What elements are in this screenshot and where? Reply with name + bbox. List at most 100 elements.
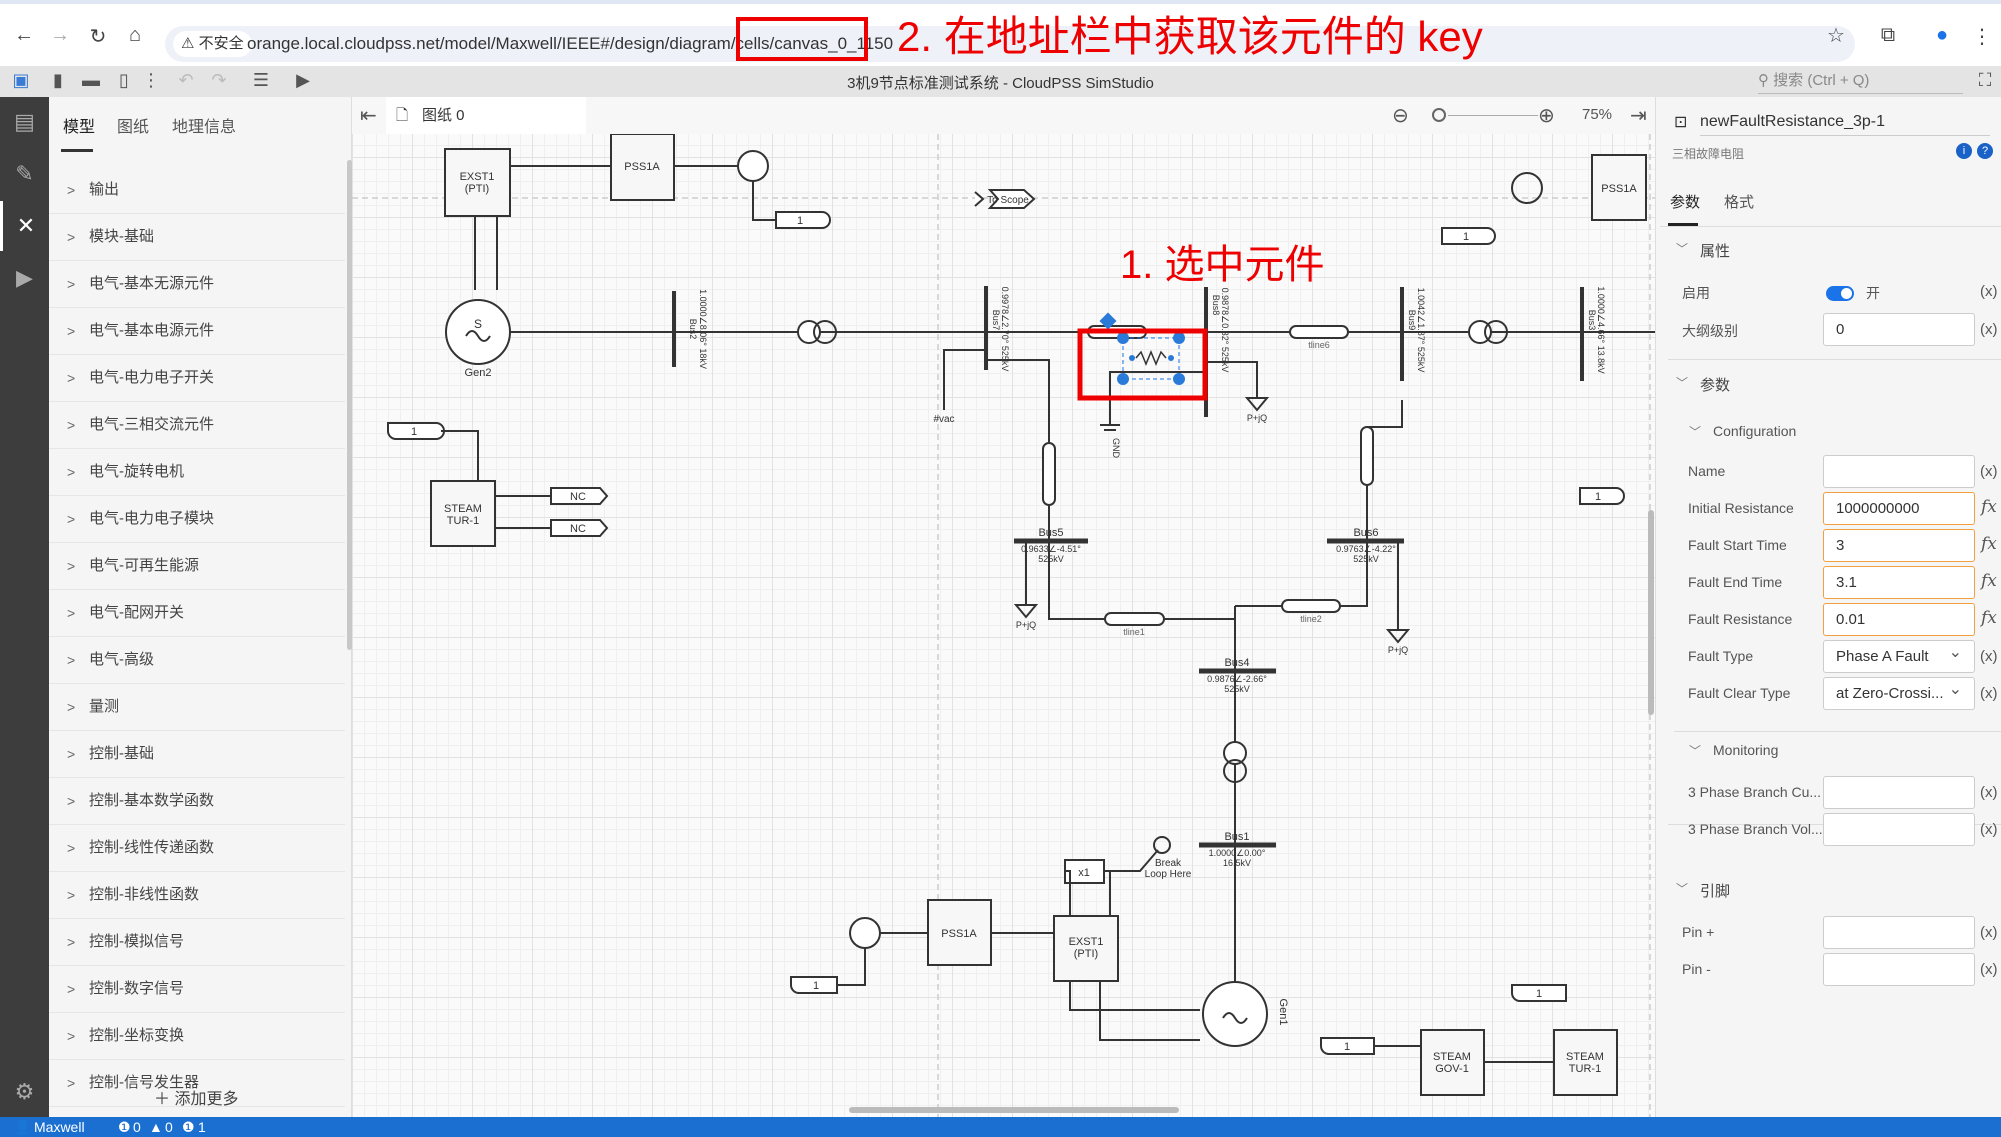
- run-icon[interactable]: ▶: [290, 70, 316, 91]
- param-input[interactable]: [1823, 813, 1975, 846]
- add-more-button[interactable]: ＋ 添加更多: [154, 1085, 238, 1109]
- param-input[interactable]: [1823, 916, 1975, 949]
- section-params[interactable]: ﹀ 参数: [1676, 374, 2001, 395]
- param-select[interactable]: Phase A Fault: [1823, 637, 1975, 673]
- error-icon[interactable]: ❶: [118, 1117, 131, 1137]
- more-icon[interactable]: ⋮: [138, 70, 164, 91]
- circuit-diagram[interactable]: Gen2 S Gen1 Bus2 1.0000∠8.06° 18kV Bus7 …: [352, 134, 1655, 1117]
- undo-icon[interactable]: ↶: [173, 70, 199, 91]
- param-input[interactable]: 3: [1823, 529, 1975, 562]
- library-category[interactable]: > 电气-电力电子开关: [49, 355, 345, 402]
- help-icon[interactable]: ?: [1977, 143, 1993, 159]
- info-icon[interactable]: i: [1956, 143, 1972, 159]
- library-category[interactable]: > 电气-旋转电机: [49, 449, 345, 496]
- library-category[interactable]: > 模块-基础: [49, 214, 345, 261]
- zoom-out-icon[interactable]: ⊖: [1392, 103, 1409, 128]
- variable-button[interactable]: (x): [1980, 961, 1998, 978]
- design-tools-icon[interactable]: ✕: [0, 201, 49, 251]
- star-icon[interactable]: ☆: [1822, 23, 1850, 48]
- library-category[interactable]: > 电气-基本电源元件: [49, 308, 345, 355]
- param-input[interactable]: [1823, 455, 1975, 488]
- zoom-slider-track[interactable]: [1448, 115, 1538, 116]
- param-input[interactable]: [1823, 776, 1975, 809]
- section-configuration[interactable]: ﹀ Configuration: [1689, 423, 2001, 439]
- variable-button[interactable]: (x): [1980, 821, 1998, 838]
- tab-model[interactable]: 模型: [63, 113, 95, 137]
- collapse-left-icon[interactable]: ⇤: [360, 103, 377, 128]
- formula-icon[interactable]: 𝑓x: [1981, 534, 1997, 554]
- simulation-icon[interactable]: ▶: [0, 253, 49, 303]
- library-category[interactable]: > 电气-可再生能源: [49, 543, 345, 590]
- component-name-input[interactable]: newFaultResistance_3p-1: [1700, 113, 1990, 136]
- settings-icon[interactable]: ⚙: [0, 1067, 49, 1117]
- outline-input[interactable]: 0: [1823, 313, 1975, 346]
- plugin-icon[interactable]: ✎: [0, 149, 49, 199]
- canvas-vertical-scrollbar[interactable]: [1648, 510, 1654, 715]
- section-pins[interactable]: ﹀ 引脚: [1676, 880, 2001, 901]
- library-category[interactable]: > 输出: [49, 167, 345, 214]
- formula-icon[interactable]: 𝑓x: [1981, 497, 1997, 517]
- section-properties[interactable]: ﹀ 属性: [1676, 240, 2001, 261]
- library-category[interactable]: > 电气-基本无源元件: [49, 261, 345, 308]
- user-name[interactable]: Maxwell: [34, 1117, 85, 1137]
- edit-doc-icon[interactable]: ☰: [248, 70, 274, 91]
- variable-button[interactable]: (x): [1980, 463, 1998, 480]
- zoom-in-icon[interactable]: ⊕: [1538, 103, 1555, 128]
- new-file-icon[interactable]: ▮: [45, 70, 71, 91]
- library-category[interactable]: > 电气-电力电子模块: [49, 496, 345, 543]
- forward-icon[interactable]: →: [46, 24, 74, 47]
- library-category[interactable]: > 控制-数字信号: [49, 966, 345, 1013]
- extension-icon[interactable]: ⧉: [1874, 24, 1902, 47]
- enable-var-button[interactable]: (x): [1980, 283, 1998, 300]
- home-icon[interactable]: ⌂: [121, 24, 149, 47]
- param-input[interactable]: 0.01: [1823, 603, 1975, 636]
- formula-icon[interactable]: 𝑓x: [1981, 571, 1997, 591]
- param-select[interactable]: at Zero-Crossi...: [1823, 674, 1975, 710]
- variable-button[interactable]: (x): [1980, 685, 1998, 702]
- menu-icon[interactable]: ⋮: [1968, 24, 1996, 49]
- tab-geo-info[interactable]: 地理信息: [172, 113, 236, 137]
- collapse-right-icon[interactable]: ⇥: [1630, 103, 1647, 128]
- param-input[interactable]: 3.1: [1823, 566, 1975, 599]
- profile-icon[interactable]: ●: [1928, 24, 1956, 47]
- info-status-icon[interactable]: ❶: [182, 1117, 195, 1137]
- param-input[interactable]: 1000000000: [1823, 492, 1975, 525]
- variable-button[interactable]: (x): [1980, 924, 1998, 941]
- diagram-canvas[interactable]: ⇤ 🗋 图纸 0 ⊖ ⊕ 75% ⇥ Gen2 S Gen1 Bus2 1.00…: [352, 97, 1655, 1117]
- reload-icon[interactable]: ↻: [84, 24, 112, 49]
- variable-button[interactable]: (x): [1980, 648, 1998, 665]
- formula-icon[interactable]: 𝑓x: [1981, 608, 1997, 628]
- library-category[interactable]: > 控制-基础: [49, 731, 345, 778]
- search-input[interactable]: ⚲ 搜索 (Ctrl + Q): [1758, 69, 1963, 94]
- app-logo-icon[interactable]: ▣: [8, 70, 34, 91]
- library-category[interactable]: > 电气-高级: [49, 637, 345, 684]
- tab-format[interactable]: 格式: [1724, 191, 1754, 212]
- library-category[interactable]: > 控制-基本数学函数: [49, 778, 345, 825]
- library-category[interactable]: > 控制-线性传递函数: [49, 825, 345, 872]
- fullscreen-icon[interactable]: ⛶: [1972, 70, 1998, 91]
- sheet-tab[interactable]: 🗋 图纸 0: [386, 97, 586, 134]
- param-input[interactable]: [1823, 953, 1975, 986]
- redo-icon[interactable]: ↷: [206, 70, 232, 91]
- insecure-badge[interactable]: ⚠ 不安全: [173, 31, 252, 57]
- tab-sheets[interactable]: 图纸: [117, 113, 149, 137]
- library-category[interactable]: > 控制-坐标变换: [49, 1013, 345, 1060]
- canvas-horizontal-scrollbar[interactable]: [849, 1107, 1179, 1113]
- tab-params[interactable]: 参数: [1670, 191, 1700, 212]
- library-category[interactable]: > 电气-三相交流元件: [49, 402, 345, 449]
- library-category[interactable]: > 控制-非线性函数: [49, 872, 345, 919]
- section-monitoring[interactable]: ﹀ Monitoring: [1689, 742, 2001, 758]
- outline-var-button[interactable]: (x): [1980, 321, 1998, 338]
- zoom-slider-handle[interactable]: [1432, 108, 1446, 122]
- warning-icon[interactable]: ▲: [149, 1117, 163, 1137]
- library-category[interactable]: > 控制-模拟信号: [49, 919, 345, 966]
- library-category[interactable]: > 电气-配网开关: [49, 590, 345, 637]
- selected-fault-resistance[interactable]: [1099, 312, 1185, 385]
- overview-icon[interactable]: ▤: [0, 97, 49, 147]
- back-icon[interactable]: ←: [10, 24, 38, 47]
- variable-button[interactable]: (x): [1980, 784, 1998, 801]
- open-folder-icon[interactable]: ▬: [78, 70, 104, 91]
- library-category[interactable]: > 量测: [49, 684, 345, 731]
- enable-toggle[interactable]: [1826, 286, 1854, 301]
- save-icon[interactable]: ▯: [111, 70, 137, 91]
